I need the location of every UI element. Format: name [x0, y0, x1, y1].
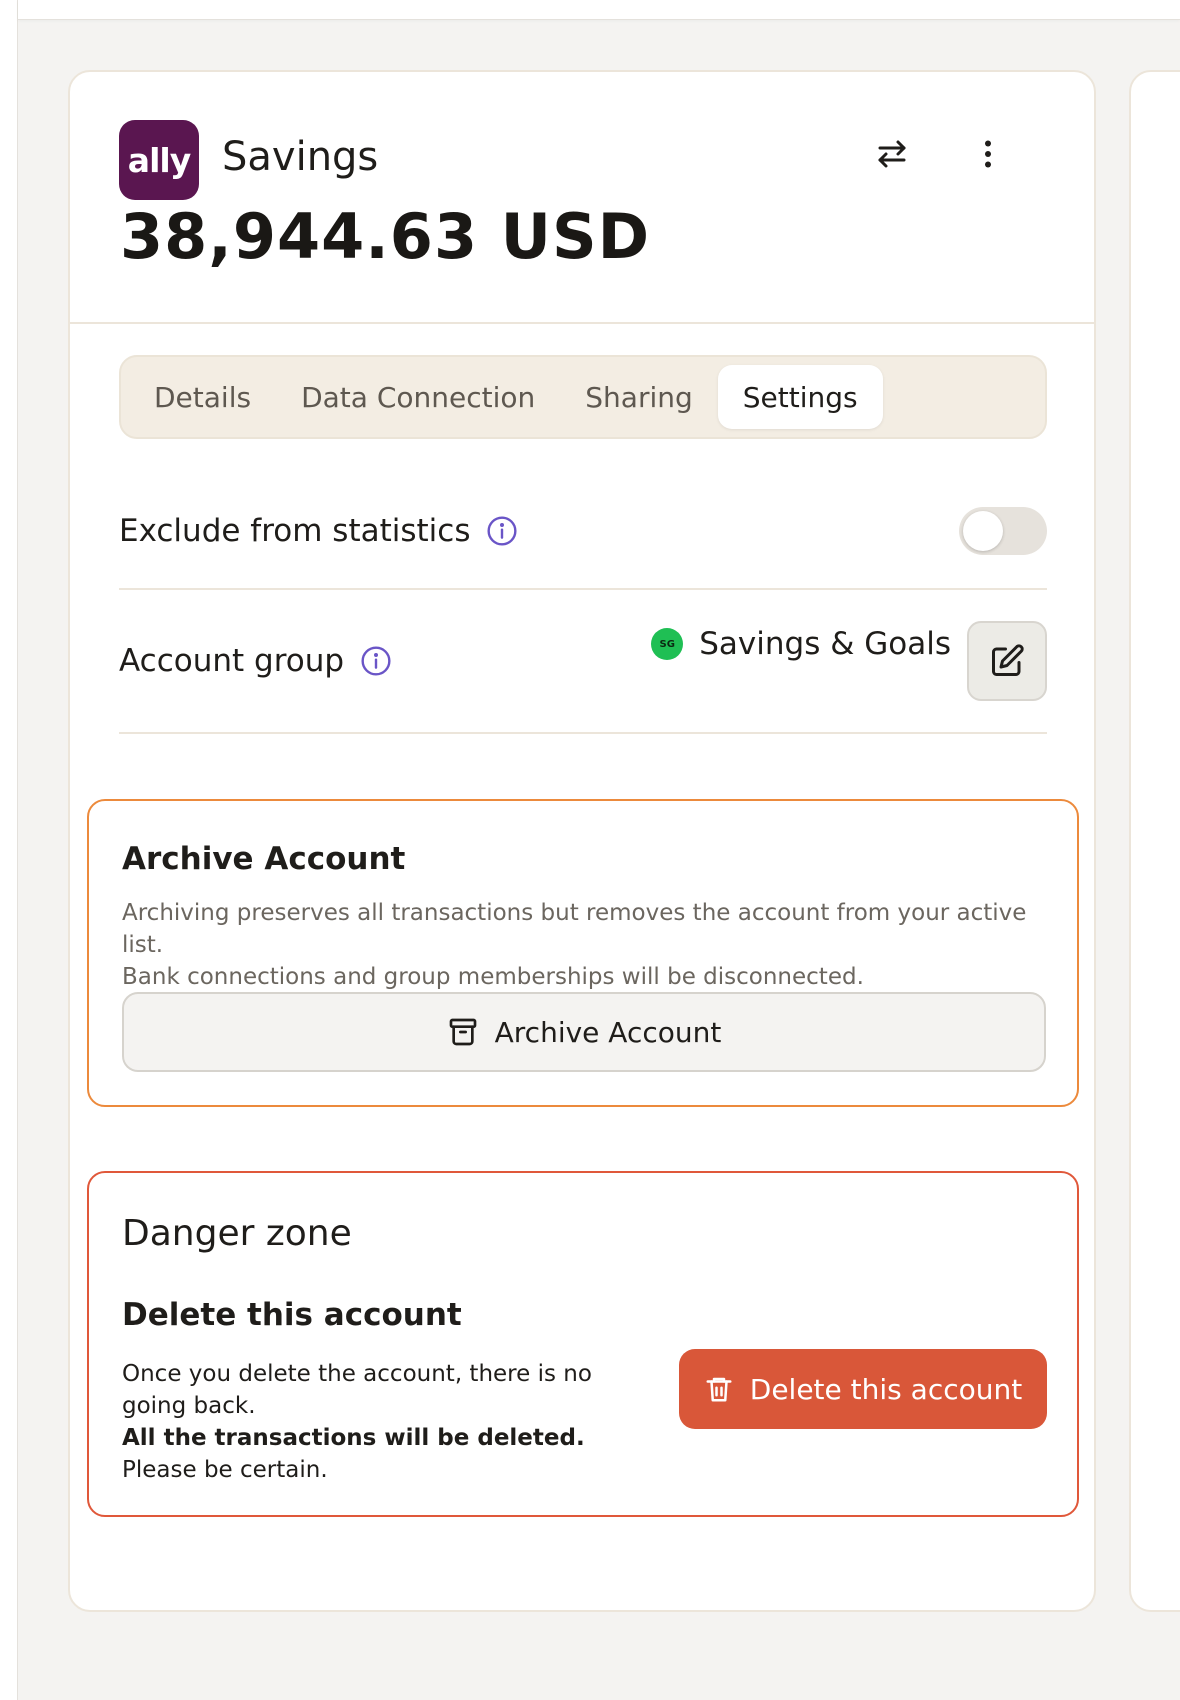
account-name: Savings — [222, 134, 379, 180]
left-rail — [0, 0, 18, 1700]
toggle-knob — [963, 511, 1003, 551]
archive-description: Archiving preserves all transactions but… — [122, 897, 1052, 993]
delete-account-button[interactable]: Delete this account — [679, 1349, 1047, 1429]
trash-icon — [706, 1377, 732, 1402]
tab-data-connection[interactable]: Data Connection — [276, 365, 560, 429]
exclude-statistics-label: Exclude from statistics — [119, 513, 471, 549]
bank-logo-text: ally — [127, 140, 191, 180]
swap-arrows-icon — [878, 140, 906, 168]
archive-description-line2: Bank connections and group memberships w… — [122, 964, 864, 990]
danger-zone-section: Danger zone Delete this account Once you… — [87, 1171, 1079, 1517]
danger-zone-title: Danger zone — [122, 1213, 352, 1254]
vertical-dots-icon — [985, 140, 991, 168]
archive-box-icon — [449, 1018, 476, 1046]
account-header: ally Savings 38,944.63 USD — [70, 72, 1094, 324]
top-bar — [18, 0, 1180, 20]
transfer-button[interactable] — [864, 126, 920, 182]
delete-account-description: Once you delete the account, there is no… — [122, 1358, 652, 1486]
info-icon[interactable] — [486, 515, 518, 547]
bank-logo: ally — [119, 120, 199, 200]
archive-button-label: Archive Account — [494, 1015, 722, 1049]
more-options-button[interactable] — [960, 126, 1016, 182]
delete-desc-part2: Please be certain. — [122, 1457, 328, 1483]
archive-title: Archive Account — [122, 841, 406, 877]
group-badge: SG — [651, 628, 684, 660]
account-tabs: Details Data Connection Sharing Settings — [119, 355, 1047, 439]
delete-desc-part1: Once you delete the account, there is no… — [122, 1361, 592, 1419]
archive-account-button[interactable]: Archive Account — [122, 992, 1046, 1072]
exclude-statistics-row: Exclude from statistics — [119, 474, 1047, 590]
account-group-value: SG Savings & Goals — [651, 626, 951, 662]
account-group-row: Account group SG Savings & Goals — [119, 590, 1047, 734]
tab-settings[interactable]: Settings — [717, 365, 883, 429]
tab-details[interactable]: Details — [129, 365, 276, 429]
adjacent-card — [1129, 70, 1180, 1612]
info-icon[interactable] — [360, 645, 392, 677]
account-card: ally Savings 38,944.63 USD Details Data … — [68, 70, 1096, 1612]
delete-desc-bold: All the transactions will be deleted. — [122, 1425, 585, 1451]
archive-section: Archive Account Archiving preserves all … — [87, 799, 1079, 1107]
edit-group-button[interactable] — [967, 621, 1047, 701]
edit-icon — [992, 644, 1024, 676]
account-balance: 38,944.63 USD — [120, 200, 651, 273]
exclude-statistics-toggle[interactable] — [959, 507, 1047, 555]
tab-sharing[interactable]: Sharing — [560, 365, 718, 429]
delete-account-title: Delete this account — [122, 1297, 462, 1333]
delete-button-label: Delete this account — [749, 1372, 1023, 1406]
archive-description-line1: Archiving preserves all transactions but… — [122, 900, 1027, 958]
account-group-label: Account group — [119, 643, 345, 679]
group-name: Savings & Goals — [699, 626, 951, 662]
